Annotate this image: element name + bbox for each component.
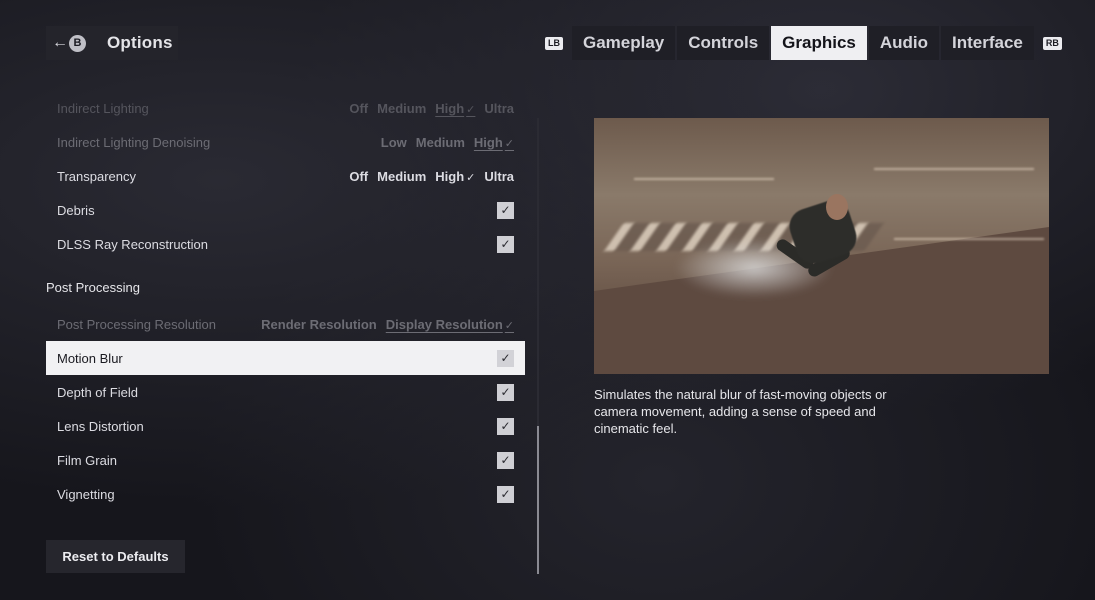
option-selector: Off Medium High ✓ Ultra [349,169,514,184]
option-low[interactable]: Low [381,135,407,150]
setting-label: Motion Blur [57,350,123,366]
option-high[interactable]: High ✓ [435,101,475,116]
setting-vignetting[interactable]: Vignetting ✓ [46,477,525,511]
option-ultra[interactable]: Ultra [484,101,514,116]
checkmark-icon: ✓ [504,137,514,150]
setting-debris[interactable]: Debris ✓ [46,193,525,227]
option-render-resolution[interactable]: Render Resolution [261,317,377,332]
option-ultra[interactable]: Ultra [484,169,514,184]
scrollbar-thumb[interactable] [537,426,539,574]
tab-gameplay[interactable]: Gameplay [572,26,676,60]
tab-audio[interactable]: Audio [868,26,940,60]
setting-label: Film Grain [57,452,117,468]
tab-graphics[interactable]: Graphics [771,26,867,60]
checkmark-icon: ✓ [466,103,476,116]
setting-label: Post Processing Resolution [57,316,216,332]
checkmark-icon: ✓ [500,203,511,217]
motion-streak [874,168,1034,170]
setting-preview-image [594,118,1049,374]
option-medium[interactable]: Medium [416,135,465,150]
checkmark-icon: ✓ [500,385,511,399]
setting-label: Debris [57,202,95,218]
checkmark-icon: ✓ [504,319,514,332]
setting-motion-blur[interactable]: Motion Blur ✓ [46,341,525,375]
setting-label: Vignetting [57,486,115,502]
checkmark-icon: ✓ [500,419,511,433]
setting-lens-distortion[interactable]: Lens Distortion ✓ [46,409,525,443]
setting-label: Indirect Lighting [57,100,149,116]
option-high[interactable]: High ✓ [474,135,514,150]
setting-indirect-lighting[interactable]: Indirect Lighting Off Medium High ✓ Ultra [46,91,525,125]
setting-film-grain[interactable]: Film Grain ✓ [46,443,525,477]
setting-label: Lens Distortion [57,418,144,434]
setting-depth-of-field[interactable]: Depth of Field ✓ [46,375,525,409]
setting-label: Indirect Lighting Denoising [57,134,211,150]
settings-list: Indirect Lighting Off Medium High ✓ Ultra… [46,92,525,511]
checkbox[interactable]: ✓ [497,349,514,367]
tab-bar: LB Gameplay Controls Graphics Audio Inte… [545,26,1062,60]
setting-label: DLSS Ray Reconstruction [57,236,209,252]
reset-to-defaults-button[interactable]: Reset to Defaults [46,540,185,573]
page-title: Options [107,33,173,52]
motion-streak [894,238,1044,240]
checkmark-icon: ✓ [466,171,476,184]
option-off[interactable]: Off [349,169,368,184]
checkbox[interactable]: ✓ [497,485,514,503]
setting-label: Depth of Field [57,384,138,400]
option-medium[interactable]: Medium [377,169,426,184]
lb-bumper-icon[interactable]: LB [545,36,563,50]
setting-dlss-ray-reconstruction[interactable]: DLSS Ray Reconstruction ✓ [46,227,525,261]
checkbox[interactable]: ✓ [497,235,514,253]
checkbox[interactable]: ✓ [497,201,514,219]
setting-description: Simulates the natural blur of fast-movin… [594,387,887,436]
checkmark-icon: ✓ [500,351,511,365]
option-medium[interactable]: Medium [377,101,426,116]
b-button-icon: B [69,34,86,52]
checkbox[interactable]: ✓ [497,417,514,435]
setting-label: Transparency [57,168,136,184]
back-button[interactable]: ← B Options [46,26,178,60]
section-heading-post-processing: Post Processing [46,279,140,295]
setting-post-processing-resolution[interactable]: Post Processing Resolution Render Resolu… [46,307,525,341]
motion-streak [634,178,774,180]
rb-bumper-icon[interactable]: RB [1042,36,1062,50]
setting-indirect-lighting-denoising[interactable]: Indirect Lighting Denoising Low Medium H… [46,125,525,159]
arrow-left-icon: ← [52,34,68,51]
tab-controls[interactable]: Controls [677,26,770,60]
checkmark-icon: ✓ [500,487,511,501]
option-selector: Off Medium High ✓ Ultra [349,101,514,116]
option-display-resolution[interactable]: Display Resolution ✓ [386,317,514,332]
option-off[interactable]: Off [349,101,368,116]
setting-transparency[interactable]: Transparency Off Medium High ✓ Ultra [46,159,525,193]
option-selector: Low Medium High ✓ [381,135,514,150]
checkmark-icon: ✓ [500,453,511,467]
preview-runner-head [826,194,848,220]
tab-interface[interactable]: Interface [941,26,1034,60]
option-selector: Render Resolution Display Resolution ✓ [261,317,514,332]
checkbox[interactable]: ✓ [497,383,514,401]
option-high[interactable]: High ✓ [435,169,475,184]
checkmark-icon: ✓ [500,237,511,251]
checkbox[interactable]: ✓ [497,451,514,469]
